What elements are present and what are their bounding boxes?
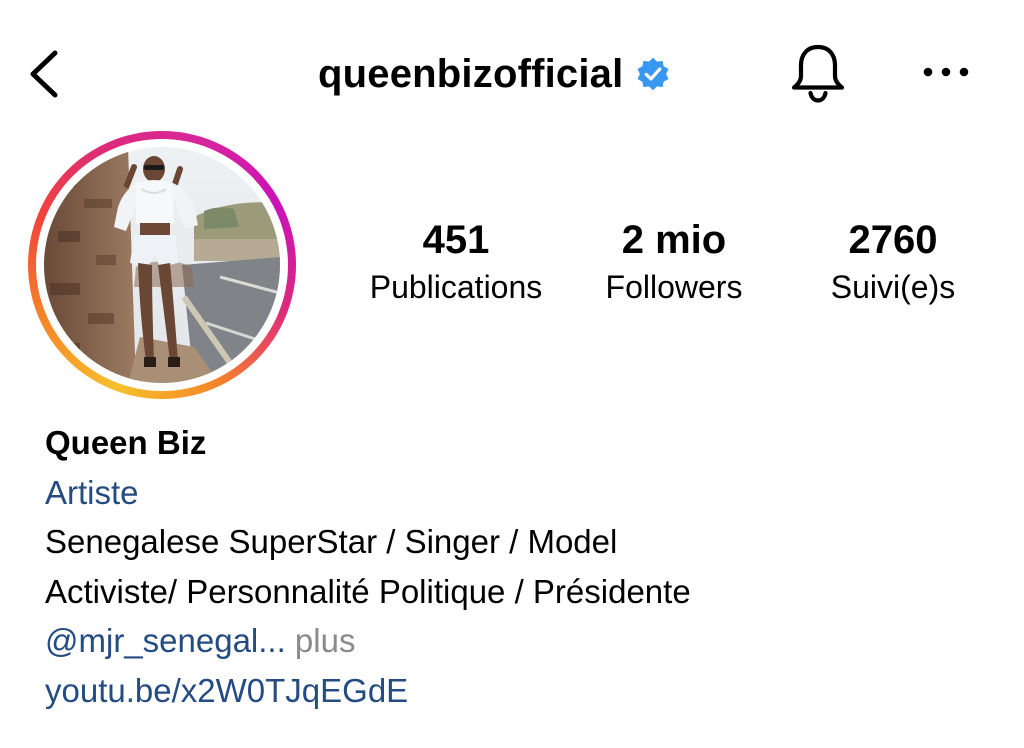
bio-mention-line: @mjr_senegal... plus — [45, 616, 1005, 666]
category-label: Artiste — [45, 473, 139, 511]
followers-label: Followers — [605, 269, 743, 305]
following-label: Suivi(e)s — [830, 269, 956, 305]
posts-count: 451 — [422, 218, 490, 262]
profile-title: queenbizofficial — [318, 46, 671, 102]
posts-stat[interactable]: 451 Publications — [350, 214, 562, 308]
followers-count: 2 mio — [621, 218, 727, 262]
avatar-border — [36, 139, 288, 391]
profile-header: queenbizofficial — [0, 0, 1024, 150]
bio-line-1: Senegalese SuperStar / Singer / Model — [45, 523, 618, 560]
bio-line-2: Activiste/ Personnalité Politique / Prés… — [45, 572, 691, 610]
mention-link[interactable]: @mjr_senegal... — [45, 622, 286, 659]
more-options-icon — [923, 67, 969, 77]
followers-stat[interactable]: 2 mio Followers — [582, 214, 766, 308]
posts-label: Publications — [369, 269, 543, 305]
following-count: 2760 — [848, 218, 938, 262]
verified-badge-icon — [635, 56, 671, 92]
back-icon — [30, 50, 58, 98]
external-link[interactable]: youtu.be/x2W0TJqEGdE — [45, 666, 1005, 716]
notifications-button[interactable] — [786, 40, 850, 106]
more-options-button[interactable] — [918, 52, 974, 92]
avatar — [44, 147, 280, 383]
following-stat[interactable]: 2760 Suivi(e)s — [806, 214, 980, 308]
story-ring[interactable] — [28, 131, 296, 399]
back-button[interactable] — [18, 44, 66, 104]
bell-icon — [791, 44, 845, 103]
display-name: Queen Biz — [45, 424, 207, 461]
profile-bio: Queen Biz Artiste Senegalese SuperStar /… — [45, 418, 1005, 715]
username: queenbizofficial — [318, 51, 624, 96]
profile-photo — [44, 147, 280, 383]
more-button[interactable]: plus — [286, 622, 356, 659]
